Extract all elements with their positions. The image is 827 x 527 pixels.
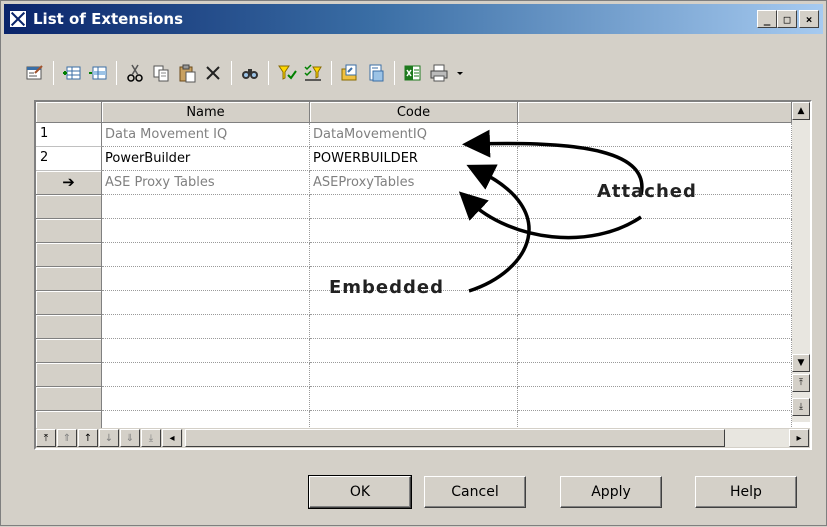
app-icon: [9, 10, 27, 28]
scroll-left-button[interactable]: ◂: [162, 429, 182, 447]
code-cell[interactable]: POWERBUILDER: [310, 147, 518, 171]
code-cell[interactable]: DataMovementIQ: [310, 123, 518, 147]
help-button[interactable]: Help: [695, 476, 797, 508]
paste-icon[interactable]: [175, 61, 199, 85]
row-header[interactable]: [36, 219, 102, 243]
empty-cell[interactable]: [518, 291, 792, 315]
page-up-icon[interactable]: ⇑: [57, 429, 77, 447]
row-header[interactable]: [36, 267, 102, 291]
vertical-scrollbar[interactable]: ▲ ▼ ⤒ ⤓: [792, 102, 810, 422]
column-header-empty: [518, 102, 792, 123]
close-button[interactable]: ×: [799, 10, 819, 28]
move-to-bottom-icon[interactable]: ⤓: [141, 429, 161, 447]
scroll-right-button[interactable]: ▸: [789, 429, 809, 447]
toolbar: [23, 59, 469, 87]
code-cell[interactable]: [310, 387, 518, 411]
code-cell[interactable]: ASEProxyTables: [310, 171, 518, 195]
name-cell[interactable]: [102, 291, 310, 315]
move-up-icon[interactable]: ↑: [78, 429, 98, 447]
name-cell[interactable]: [102, 315, 310, 339]
navigation-bar: ⤒ ⇑ ↑ ↓ ⇓ ⤓ ◂ ▸: [36, 428, 810, 448]
copy-icon[interactable]: [149, 61, 173, 85]
title-bar[interactable]: List of Extensions _ □ ×: [4, 4, 823, 34]
minimize-button[interactable]: _: [757, 10, 777, 28]
code-cell[interactable]: [310, 243, 518, 267]
empty-cell[interactable]: [518, 387, 792, 411]
name-cell[interactable]: ASE Proxy Tables: [102, 171, 310, 195]
insert-row-icon[interactable]: [86, 61, 110, 85]
row-header[interactable]: [36, 315, 102, 339]
add-row-icon[interactable]: [60, 61, 84, 85]
move-down-icon[interactable]: ↓: [99, 429, 119, 447]
horizontal-scrollbar-track[interactable]: [183, 429, 789, 447]
window-title: List of Extensions: [33, 10, 183, 28]
code-cell[interactable]: [310, 219, 518, 243]
empty-cell[interactable]: [518, 267, 792, 291]
page-down-icon[interactable]: ⇓: [120, 429, 140, 447]
embedded-label: Embedded: [329, 277, 445, 298]
horizontal-scrollbar-thumb[interactable]: [185, 429, 725, 447]
name-cell[interactable]: [102, 195, 310, 219]
name-cell[interactable]: [102, 339, 310, 363]
empty-cell[interactable]: [518, 243, 792, 267]
grid-corner-header[interactable]: [36, 102, 102, 123]
scroll-top-button[interactable]: ⤒: [792, 374, 810, 392]
name-cell[interactable]: [102, 243, 310, 267]
row-header[interactable]: [36, 363, 102, 387]
row-header[interactable]: [36, 291, 102, 315]
properties-icon[interactable]: [23, 61, 47, 85]
dropdown-arrow-icon[interactable]: [453, 61, 467, 85]
maximize-button[interactable]: □: [777, 10, 797, 28]
cancel-button[interactable]: Cancel: [424, 476, 526, 508]
row-header[interactable]: ➔: [36, 171, 102, 195]
print-icon[interactable]: [427, 61, 451, 85]
name-cell[interactable]: [102, 387, 310, 411]
empty-cell[interactable]: [518, 123, 792, 147]
row-header[interactable]: [36, 195, 102, 219]
export-icon[interactable]: [364, 61, 388, 85]
empty-cell[interactable]: [518, 219, 792, 243]
extensions-grid: Name Code 1 Data Movement IQ DataMovementI…: [34, 100, 812, 450]
scroll-bottom-button[interactable]: ⤓: [792, 398, 810, 416]
row-header[interactable]: [36, 387, 102, 411]
empty-cell[interactable]: [518, 147, 792, 171]
filter-icon[interactable]: [275, 61, 299, 85]
code-cell[interactable]: [310, 363, 518, 387]
import-icon[interactable]: [338, 61, 362, 85]
name-cell[interactable]: PowerBuilder: [102, 147, 310, 171]
name-cell[interactable]: Data Movement IQ: [102, 123, 310, 147]
cut-icon[interactable]: [123, 61, 147, 85]
find-icon[interactable]: [238, 61, 262, 85]
select-all-icon[interactable]: [301, 61, 325, 85]
attached-label: Attached: [597, 181, 697, 202]
empty-cell[interactable]: [518, 363, 792, 387]
excel-icon[interactable]: [401, 61, 425, 85]
column-header-name[interactable]: Name: [102, 102, 310, 123]
row-header[interactable]: [36, 243, 102, 267]
name-cell[interactable]: [102, 267, 310, 291]
row-header[interactable]: 1: [36, 123, 102, 147]
ok-button[interactable]: OK: [308, 475, 412, 509]
scroll-down-button[interactable]: ▼: [792, 354, 810, 372]
row-header[interactable]: 2: [36, 147, 102, 171]
apply-button[interactable]: Apply: [560, 476, 662, 508]
name-cell[interactable]: [102, 363, 310, 387]
list-of-extensions-dialog: List of Extensions _ □ × Name Code 1 Dat…: [0, 0, 827, 526]
column-header-code[interactable]: Code: [310, 102, 518, 123]
delete-icon[interactable]: [201, 61, 225, 85]
code-cell[interactable]: [310, 195, 518, 219]
name-cell[interactable]: [102, 219, 310, 243]
empty-cell[interactable]: [518, 339, 792, 363]
empty-cell[interactable]: [518, 315, 792, 339]
move-to-top-icon[interactable]: ⤒: [36, 429, 56, 447]
code-cell[interactable]: [310, 315, 518, 339]
scroll-up-button[interactable]: ▲: [792, 102, 810, 120]
code-cell[interactable]: [310, 339, 518, 363]
row-header[interactable]: [36, 339, 102, 363]
